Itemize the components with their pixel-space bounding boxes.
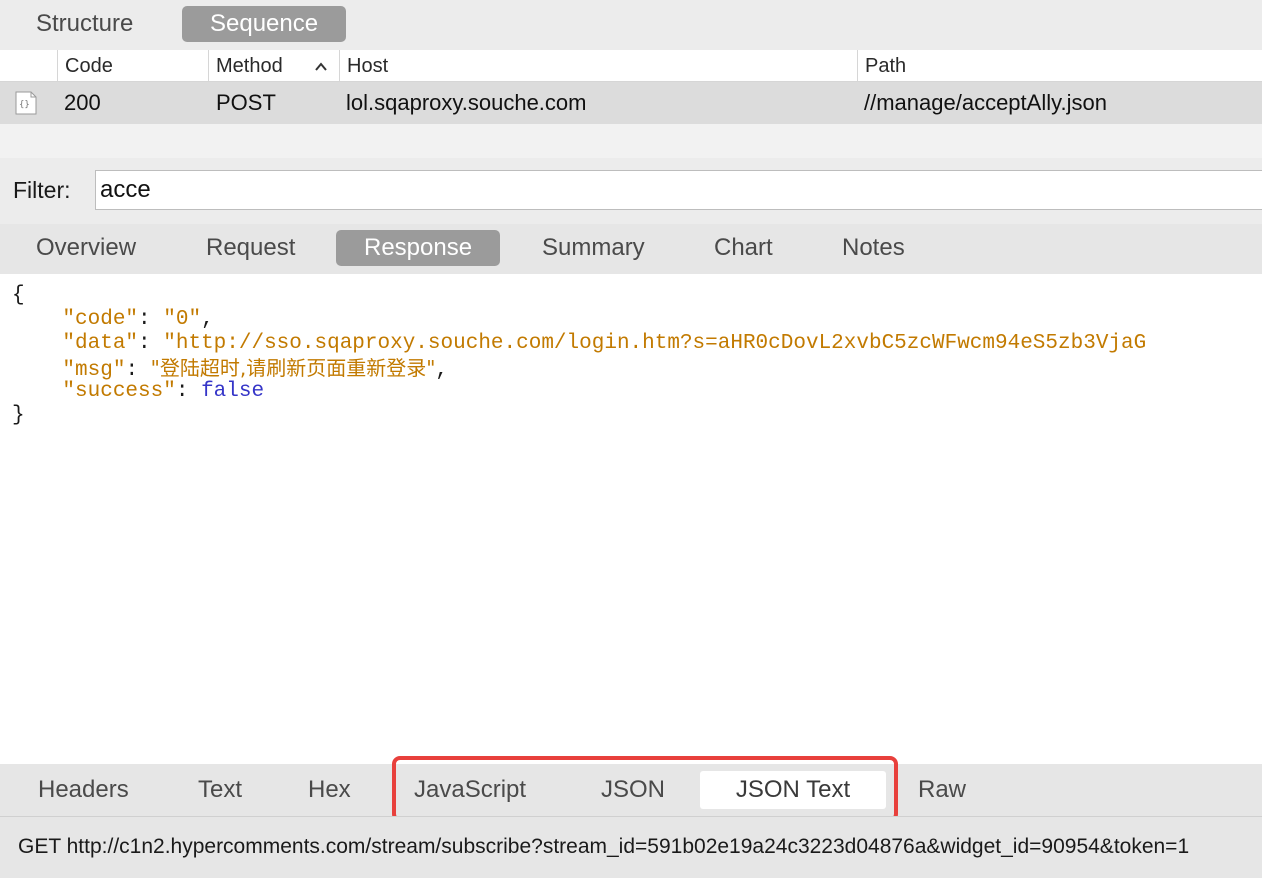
annotation-highlight [392,756,898,822]
tab-response[interactable]: Response [336,230,501,266]
column-header-host[interactable]: Host [339,50,857,82]
json-value: "0" [163,308,202,331]
json-close-brace: } [12,404,25,427]
tab-request[interactable]: Request [178,230,323,266]
tab-overview[interactable]: Overview [8,230,164,266]
json-key: "msg" [62,359,126,382]
json-key: "code" [62,308,139,331]
json-comma: , [201,308,214,331]
response-body[interactable]: { "code": "0", "data": "http://sso.sqapr… [0,274,1262,764]
svg-text:{}: {} [19,100,30,110]
row-code: 200 [64,90,101,115]
filter-label: Filter: [13,177,71,203]
tab-notes[interactable]: Notes [814,230,933,266]
top-tab-bar: Structure Sequence [0,0,1262,50]
json-value: false [201,380,265,403]
tab-chart[interactable]: Chart [686,230,801,266]
json-open-brace: { [12,284,25,307]
table-row[interactable]: {} 200 POST lol.sqaproxy.souche.com //ma… [0,82,1262,124]
json-key: "success" [62,380,176,403]
sort-ascending-icon[interactable] [314,60,328,74]
json-file-icon: {} [15,91,37,115]
row-path: //manage/acceptAlly.json [864,90,1107,115]
table-header: Code Method Host Path [0,50,1262,82]
status-url: GET http://c1n2.hypercomments.com/stream… [18,835,1190,858]
row-host: lol.sqaproxy.souche.com [346,90,587,115]
tab-hex[interactable]: Hex [308,771,351,809]
json-value: "登陆超时,请刷新页面重新登录" [150,356,436,380]
tab-text[interactable]: Text [198,771,242,809]
filter-input[interactable] [95,170,1262,210]
json-value: "http://sso.sqaproxy.souche.com/login.ht… [163,332,1147,355]
column-header-path[interactable]: Path [857,50,1262,82]
row-method: POST [216,90,276,115]
tab-raw[interactable]: Raw [918,771,966,809]
json-line-code: "code": "0", [62,308,214,331]
json-line-msg: "msg": "登陆超时,请刷新页面重新登录", [62,356,449,382]
json-comma: , [435,359,449,382]
tab-structure[interactable]: Structure [8,6,161,42]
tab-headers[interactable]: Headers [38,771,129,809]
json-line-data: "data": "http://sso.sqaproxy.souche.com/… [62,332,1147,355]
tab-summary[interactable]: Summary [514,230,673,266]
tab-sequence[interactable]: Sequence [182,6,347,42]
json-line-success: "success": false [62,380,265,403]
table-empty-area [0,124,1262,158]
column-header-code[interactable]: Code [57,50,207,82]
json-key: "data" [62,332,139,355]
